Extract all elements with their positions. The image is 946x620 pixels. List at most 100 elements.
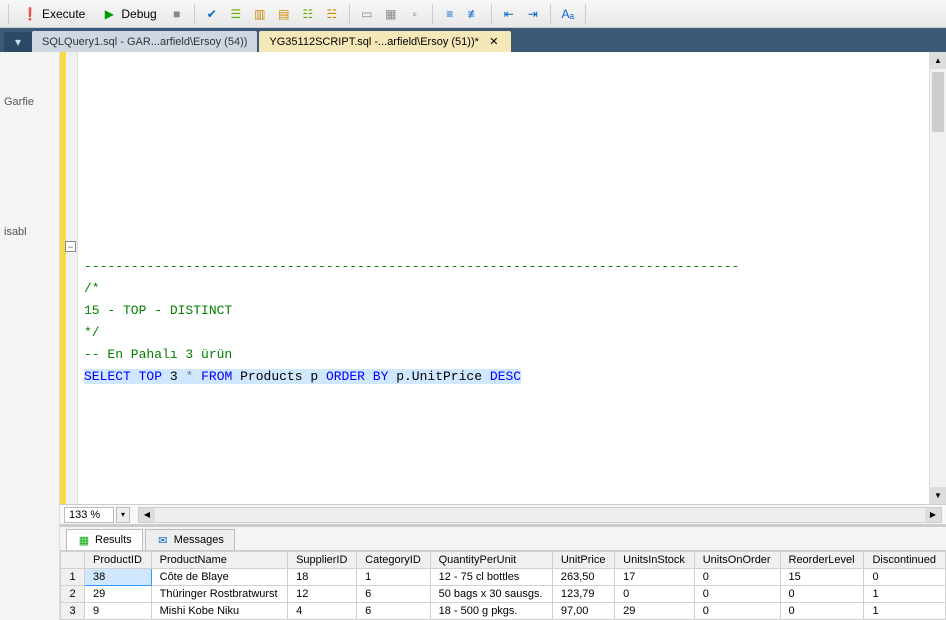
debug-button[interactable]: ▶ Debug: [94, 3, 163, 25]
actual-plan-button[interactable]: ☷: [297, 3, 319, 25]
col-header[interactable]: UnitsOnOrder: [694, 552, 780, 569]
col-header[interactable]: UnitPrice: [552, 552, 614, 569]
tab-yg35112script[interactable]: YG35112SCRIPT.sql -...arfield\Ersoy (51)…: [259, 31, 510, 52]
execute-button[interactable]: ❗ Execute: [15, 3, 92, 25]
grid-cell[interactable]: 6: [357, 603, 430, 620]
grid-cell[interactable]: 38: [85, 569, 152, 586]
tab-label: YG35112SCRIPT.sql -...arfield\Ersoy (51)…: [269, 36, 478, 48]
grid-cell[interactable]: 15: [780, 569, 864, 586]
results-file-button[interactable]: ▫: [404, 3, 426, 25]
scroll-down-arrow[interactable]: ▼: [930, 487, 946, 504]
tab-dropdown[interactable]: ▾: [4, 32, 32, 52]
col-header[interactable]: Discontinued: [864, 552, 946, 569]
sidebar-item[interactable]: Garfie: [2, 92, 57, 112]
col-header[interactable]: CategoryID: [357, 552, 430, 569]
close-tab-button[interactable]: ✕: [487, 35, 501, 49]
client-stats-button[interactable]: ☵: [321, 3, 343, 25]
grid-cell[interactable]: 9: [85, 603, 152, 620]
outdent-button[interactable]: ⇤: [498, 3, 520, 25]
grid-cell[interactable]: 0: [694, 603, 780, 620]
grid-corner-header[interactable]: [61, 552, 85, 569]
query-options-button[interactable]: ▥: [249, 3, 271, 25]
grid-cell[interactable]: 29: [85, 586, 152, 603]
zoom-percent[interactable]: 133 %: [64, 507, 114, 523]
toolbar-separator: [550, 4, 551, 24]
tab-messages[interactable]: ✉ Messages: [145, 529, 235, 550]
grid-cell[interactable]: 1: [357, 569, 430, 586]
grid-cell[interactable]: 0: [780, 586, 864, 603]
grid-cell[interactable]: 12 - 75 cl bottles: [430, 569, 552, 586]
document-tabbar: ▾ SQLQuery1.sql - GAR...arfield\Ersoy (5…: [0, 28, 946, 52]
scroll-thumb[interactable]: [932, 72, 944, 132]
grid-cell[interactable]: 1: [864, 603, 946, 620]
col-header[interactable]: UnitsInStock: [615, 552, 695, 569]
collapse-toggle[interactable]: −: [65, 241, 76, 252]
comment-icon: ≡: [446, 7, 453, 21]
code-comment-block-body: 15 - TOP - DISTINCT: [84, 303, 232, 318]
scroll-left-arrow[interactable]: ◀: [139, 508, 155, 522]
grid-cell[interactable]: 50 bags x 30 sausgs.: [430, 586, 552, 603]
toolbar-separator: [349, 4, 350, 24]
editor-pane: − --------------------------------------…: [60, 52, 946, 620]
intellisense-button[interactable]: ▤: [273, 3, 295, 25]
indent-button[interactable]: ⇥: [522, 3, 544, 25]
toolbar-separator: [491, 4, 492, 24]
outdent-icon: ⇤: [504, 7, 514, 21]
grid-cell[interactable]: 0: [615, 586, 695, 603]
row-header[interactable]: 3: [61, 603, 85, 620]
grid-cell[interactable]: 97,00: [552, 603, 614, 620]
grid-cell[interactable]: 6: [357, 586, 430, 603]
col-header[interactable]: SupplierID: [288, 552, 357, 569]
grid-cell[interactable]: 29: [615, 603, 695, 620]
row-header[interactable]: 1: [61, 569, 85, 586]
kw-order: ORDER: [326, 369, 365, 384]
row-header[interactable]: 2: [61, 586, 85, 603]
grid-cell[interactable]: 0: [694, 569, 780, 586]
grid-cell[interactable]: Mishi Kobe Niku: [151, 603, 287, 620]
zoom-dropdown[interactable]: ▾: [116, 507, 130, 523]
grid-cell[interactable]: 12: [288, 586, 357, 603]
editor-hscrollbar[interactable]: ◀ ▶: [138, 507, 942, 523]
grid-cell[interactable]: 17: [615, 569, 695, 586]
change-indicator: [60, 52, 66, 504]
literal-3: 3: [170, 369, 178, 384]
grid-cell[interactable]: 4: [288, 603, 357, 620]
uncomment-button[interactable]: ≢: [463, 3, 485, 25]
grid-cell[interactable]: 18 - 500 g pkgs.: [430, 603, 552, 620]
grid-cell[interactable]: 0: [864, 569, 946, 586]
results-grid-wrap[interactable]: ProductID ProductName SupplierID Categor…: [60, 551, 946, 620]
results-grid-icon: ▦: [385, 7, 396, 21]
col-header[interactable]: ProductID: [85, 552, 152, 569]
grid-cell[interactable]: Thüringer Rostbratwurst: [151, 586, 287, 603]
tab-sqlquery1[interactable]: SQLQuery1.sql - GAR...arfield\Ersoy (54)…: [32, 31, 257, 52]
estimated-plan-button[interactable]: ☰: [225, 3, 247, 25]
grid-cell[interactable]: Côte de Blaye: [151, 569, 287, 586]
sidebar-item[interactable]: isabl: [2, 222, 57, 242]
grid-cell[interactable]: 123,79: [552, 586, 614, 603]
tab-results[interactable]: ▦ Results: [66, 529, 143, 550]
col-header[interactable]: ProductName: [151, 552, 287, 569]
grid-header-row: ProductID ProductName SupplierID Categor…: [61, 552, 946, 569]
tbl-products: Products p: [240, 369, 318, 384]
editor-vscrollbar[interactable]: ▲ ▼: [929, 52, 946, 504]
col-header[interactable]: QuantityPerUnit: [430, 552, 552, 569]
execute-label: Execute: [42, 7, 85, 21]
scroll-right-arrow[interactable]: ▶: [925, 508, 941, 522]
comment-button[interactable]: ≡: [439, 3, 461, 25]
stop-icon: ■: [173, 7, 180, 21]
col-header[interactable]: ReorderLevel: [780, 552, 864, 569]
code-editor[interactable]: ----------------------------------------…: [78, 52, 946, 504]
results-text-button[interactable]: ▭: [356, 3, 378, 25]
zoom-bar: 133 % ▾ ◀ ▶: [60, 504, 946, 524]
grid-cell[interactable]: 0: [694, 586, 780, 603]
grid-cell[interactable]: 18: [288, 569, 357, 586]
grid-cell[interactable]: 1: [864, 586, 946, 603]
specify-values-button[interactable]: Aₐ: [557, 3, 579, 25]
results-grid-button[interactable]: ▦: [380, 3, 402, 25]
parse-button[interactable]: ✔: [201, 3, 223, 25]
grid-cell[interactable]: 0: [780, 603, 864, 620]
stop-button[interactable]: ■: [166, 3, 188, 25]
col-unitprice: p.UnitPrice: [396, 369, 482, 384]
scroll-up-arrow[interactable]: ▲: [930, 52, 946, 69]
grid-cell[interactable]: 263,50: [552, 569, 614, 586]
